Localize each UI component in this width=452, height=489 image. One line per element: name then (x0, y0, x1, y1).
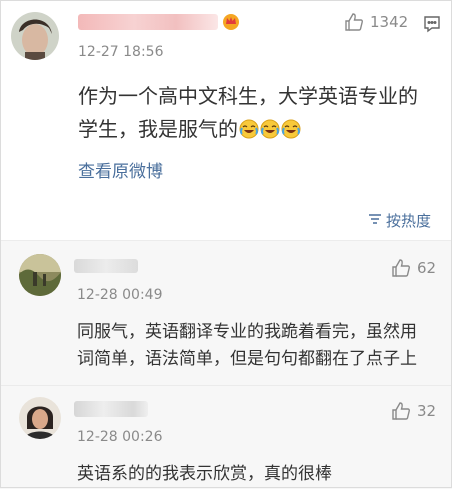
screenshot-border (0, 0, 452, 488)
